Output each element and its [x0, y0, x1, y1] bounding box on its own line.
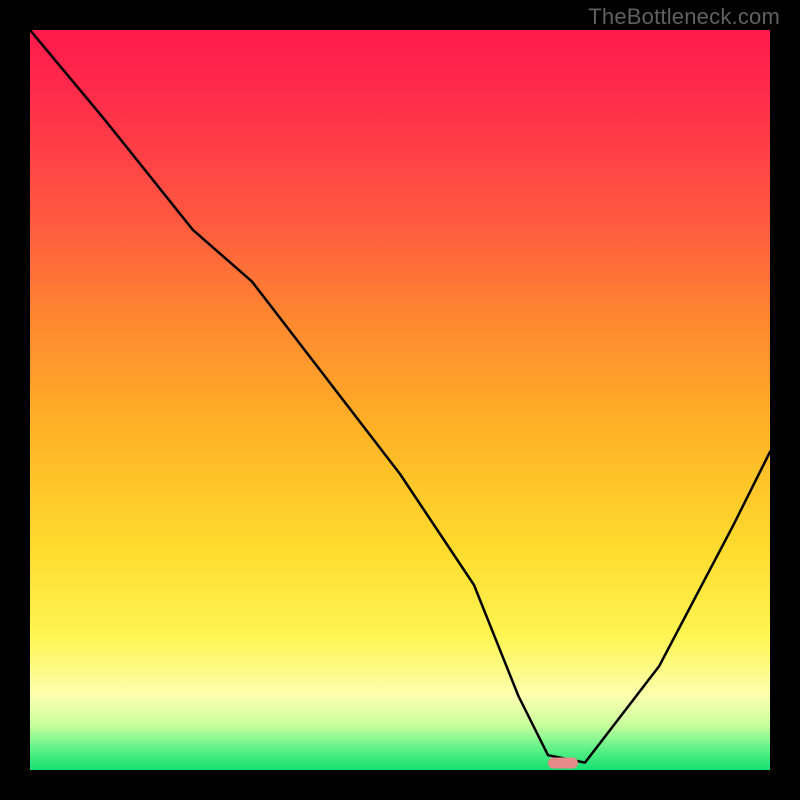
- attribution-text: TheBottleneck.com: [588, 4, 780, 30]
- plot-area: [30, 30, 770, 770]
- curve-path: [30, 30, 770, 763]
- optimum-marker: [548, 757, 578, 768]
- chart-frame: TheBottleneck.com: [0, 0, 800, 800]
- bottleneck-curve: [30, 30, 770, 770]
